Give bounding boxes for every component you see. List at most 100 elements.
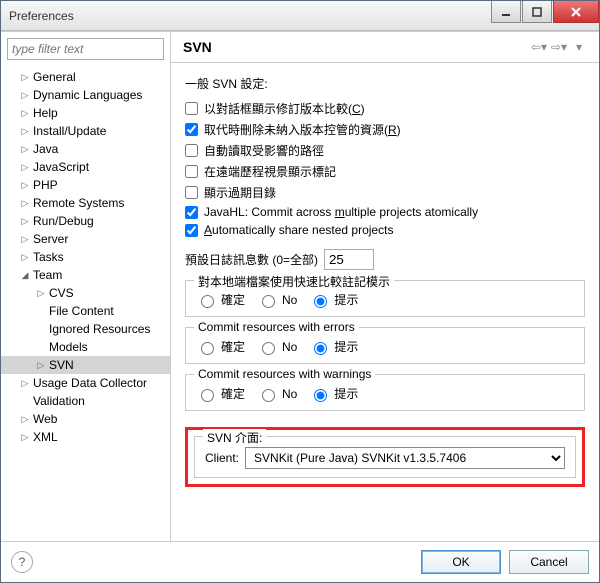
check-remove-unversioned[interactable]: 取代時刪除未納入版本控管的資源(R) [185, 119, 585, 140]
twisty-icon[interactable]: ▷ [19, 107, 31, 119]
check-javahl[interactable]: JavaHL: Commit across multiple projects … [185, 203, 585, 221]
tree-item[interactable]: ▷Usage Data Collector [1, 374, 170, 392]
check-auto-read[interactable]: 自動讀取受影響的路徑 [185, 140, 585, 161]
menu-icon[interactable]: ▾ [569, 38, 589, 56]
tree-item[interactable]: Validation [1, 392, 170, 410]
tree-item-label: Java [33, 141, 58, 157]
check-show-compare-box[interactable] [185, 102, 198, 115]
fieldset-diff-legend: 對本地端檔案使用快速比較註記模示 [194, 273, 394, 290]
errors-radio-no[interactable]: No [257, 339, 297, 355]
back-icon[interactable]: ⇦▾ [529, 38, 549, 56]
warnings-radio-prompt[interactable]: 提示 [309, 385, 358, 402]
tree-item-label: Help [33, 105, 58, 121]
titlebar: Preferences [1, 1, 599, 31]
tree-item[interactable]: ▷Web [1, 410, 170, 428]
filter-box [7, 38, 164, 60]
forward-icon[interactable]: ⇨▾ [549, 38, 569, 56]
tree-item[interactable]: ▷Dynamic Languages [1, 86, 170, 104]
tree-item-label: Tasks [33, 249, 64, 265]
check-auto-read-box[interactable] [185, 144, 198, 157]
fieldset-warnings-legend: Commit resources with warnings [194, 367, 375, 381]
tree-item[interactable]: Ignored Resources [1, 320, 170, 338]
twisty-icon[interactable]: ▷ [19, 161, 31, 173]
general-settings-label: 一般 SVN 設定: [185, 75, 585, 92]
check-show-compare[interactable]: 以對話框顯示修訂版本比較(C) [185, 98, 585, 119]
svn-interface-highlight: SVN 介面: Client: SVNKit (Pure Java) SVNKi… [185, 427, 585, 487]
window-title: Preferences [9, 9, 490, 23]
client-label: Client: [205, 451, 239, 465]
dialog-body: ▷General▷Dynamic Languages▷Help▷Install/… [1, 31, 599, 541]
right-pane: SVN ⇦▾ ⇨▾ ▾ 一般 SVN 設定: 以對話框顯示修訂版本比較(C) 取… [171, 32, 599, 541]
errors-radio-ok[interactable]: 確定 [196, 338, 245, 355]
twisty-icon[interactable]: ▷ [19, 89, 31, 101]
tree-item-label: Models [49, 339, 88, 355]
tree-item[interactable]: ▷Run/Debug [1, 212, 170, 230]
twisty-icon[interactable]: ▷ [19, 179, 31, 191]
twisty-icon[interactable]: ▷ [19, 251, 31, 263]
fieldset-errors: Commit resources with errors 確定 No 提示 [185, 327, 585, 364]
diff-radio-no[interactable]: No [257, 292, 297, 308]
twisty-icon[interactable]: ▷ [19, 215, 31, 227]
minimize-button[interactable] [491, 1, 521, 23]
tree-item-label: Remote Systems [33, 195, 124, 211]
tree-item[interactable]: ▷General [1, 68, 170, 86]
check-remove-unversioned-box[interactable] [185, 123, 198, 136]
log-count-input[interactable] [324, 249, 374, 270]
twisty-icon[interactable]: ▷ [19, 431, 31, 443]
check-remote-history[interactable]: 在遠端歷程視景顯示標記 [185, 161, 585, 182]
tree-item[interactable]: ▷JavaScript [1, 158, 170, 176]
tree-item[interactable]: ▷XML [1, 428, 170, 446]
tree-item[interactable]: ▷Remote Systems [1, 194, 170, 212]
tree-item[interactable]: Models [1, 338, 170, 356]
twisty-icon[interactable]: ▷ [19, 125, 31, 137]
maximize-button[interactable] [522, 1, 552, 23]
tree-item[interactable]: ▷CVS [1, 284, 170, 302]
check-javahl-box[interactable] [185, 206, 198, 219]
tree-item-label: Web [33, 411, 57, 427]
ok-button[interactable]: OK [421, 550, 501, 574]
tree-item-label: Dynamic Languages [33, 87, 142, 103]
fieldset-warnings: Commit resources with warnings 確定 No 提示 [185, 374, 585, 411]
warnings-radio-no[interactable]: No [257, 386, 297, 402]
close-button[interactable] [553, 1, 599, 23]
filter-input[interactable] [7, 38, 164, 60]
twisty-icon[interactable]: ▷ [35, 287, 47, 299]
fieldset-svn-interface: SVN 介面: Client: SVNKit (Pure Java) SVNKi… [194, 436, 576, 478]
check-show-outdated-box[interactable] [185, 186, 198, 199]
dialog-footer: ? OK Cancel [1, 541, 599, 582]
twisty-icon[interactable]: ▷ [19, 143, 31, 155]
client-select[interactable]: SVNKit (Pure Java) SVNKit v1.3.5.7406 [245, 447, 565, 469]
warnings-radio-ok[interactable]: 確定 [196, 385, 245, 402]
tree-item[interactable]: ▷Java [1, 140, 170, 158]
tree-item-label: Ignored Resources [49, 321, 150, 337]
help-icon[interactable]: ? [11, 551, 33, 573]
tree-item[interactable]: ▷Help [1, 104, 170, 122]
tree-item-label: Server [33, 231, 68, 247]
diff-radio-ok[interactable]: 確定 [196, 291, 245, 308]
tree-item[interactable]: ▷Tasks [1, 248, 170, 266]
check-show-outdated[interactable]: 顯示過期目錄 [185, 182, 585, 203]
tree-item[interactable]: ▷Install/Update [1, 122, 170, 140]
tree-item[interactable]: ▷Server [1, 230, 170, 248]
preferences-tree[interactable]: ▷General▷Dynamic Languages▷Help▷Install/… [1, 66, 170, 541]
cancel-button[interactable]: Cancel [509, 550, 589, 574]
twisty-spacer [35, 323, 47, 335]
twisty-icon[interactable]: ▷ [19, 233, 31, 245]
check-auto-share[interactable]: Automatically share nested projects [185, 221, 585, 239]
log-row: 預設日誌訊息數 (0=全部) [185, 249, 585, 270]
diff-radio-prompt[interactable]: 提示 [309, 291, 358, 308]
twisty-icon[interactable]: ◢ [19, 269, 31, 281]
check-remote-history-box[interactable] [185, 165, 198, 178]
errors-radio-prompt[interactable]: 提示 [309, 338, 358, 355]
twisty-icon[interactable]: ▷ [19, 377, 31, 389]
tree-item[interactable]: ▷SVN [1, 356, 170, 374]
twisty-icon[interactable]: ▷ [19, 413, 31, 425]
tree-item[interactable]: ▷PHP [1, 176, 170, 194]
tree-item[interactable]: ◢Team [1, 266, 170, 284]
tree-item-label: SVN [49, 357, 74, 373]
twisty-icon[interactable]: ▷ [19, 197, 31, 209]
twisty-icon[interactable]: ▷ [19, 71, 31, 83]
check-auto-share-box[interactable] [185, 224, 198, 237]
tree-item[interactable]: File Content [1, 302, 170, 320]
twisty-icon[interactable]: ▷ [35, 359, 47, 371]
